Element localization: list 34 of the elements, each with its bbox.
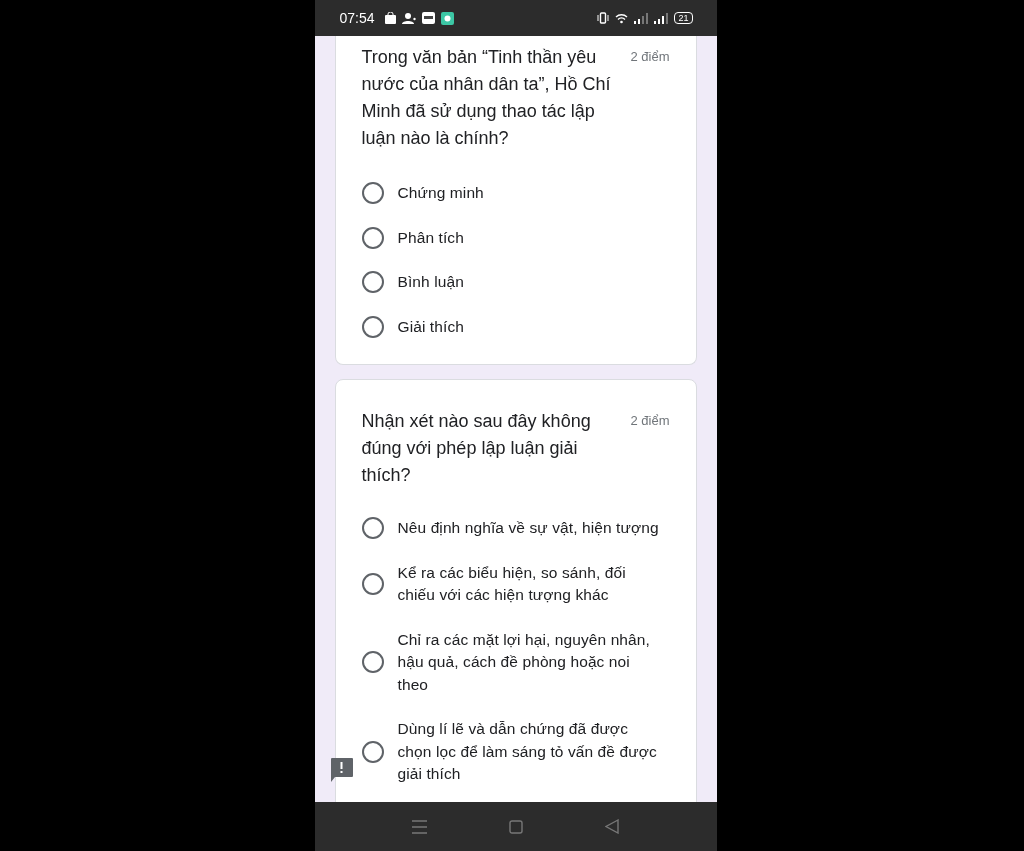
option-label[interactable]: Chỉ ra các mặt lợi hại, nguyên nhân, hậu quả, cách đề phòng hoặc noi theo [397,628,664,696]
option-label[interactable]: Dùng lí lẽ và dẫn chứng đã được chọn lọc để làm sáng tỏ vấn đề được giải thích [397,718,664,786]
shopping-bag-icon [384,12,396,24]
radio-button[interactable] [361,182,384,205]
chat-app-icon [421,12,435,24]
option-label[interactable]: Giải thích [397,315,664,338]
question-text: Nhận xét nào sau đây không đúng với phép lập luận giải thích? [361,410,592,487]
person-icon [401,12,416,24]
home-icon[interactable] [509,819,523,834]
radio-button[interactable] [361,573,384,595]
option-label[interactable]: Chứng minh [397,182,664,205]
radio-button[interactable] [361,315,384,338]
option-label[interactable]: Kể ra các biểu hiện, so sánh, đối chiếu với các hiện tượng khác [397,561,664,607]
points-label: 2 điểm [630,413,670,428]
option-label[interactable]: Bình luận [397,271,664,294]
question-text: Trong văn bản “Tinh thần yêu nước của nhân dân ta”, Hồ Chí Minh đã sử dụng thao tác lập luận nào là chính? [361,46,612,150]
feedback-icon[interactable] [329,758,353,782]
option-label[interactable]: Nêu định nghĩa về sự vật, hiện tượng [397,517,664,540]
option-label[interactable]: Phân tích [397,226,664,249]
radio-button[interactable] [361,226,384,249]
menu-icon[interactable] [412,819,427,834]
clock: 07:54 [339,10,375,26]
radio-button[interactable] [361,517,384,540]
wifi-icon [615,12,629,24]
battery-indicator: 21 [674,12,693,24]
signal-icon [654,12,669,24]
signal-icon [634,12,649,24]
radio-button[interactable] [361,271,384,294]
vibrate-icon [597,12,610,24]
radio-button[interactable] [361,740,384,763]
radio-button[interactable] [361,651,384,674]
back-icon[interactable] [605,819,619,834]
points-label: 2 điểm [630,49,670,64]
app-icon [440,11,454,25]
